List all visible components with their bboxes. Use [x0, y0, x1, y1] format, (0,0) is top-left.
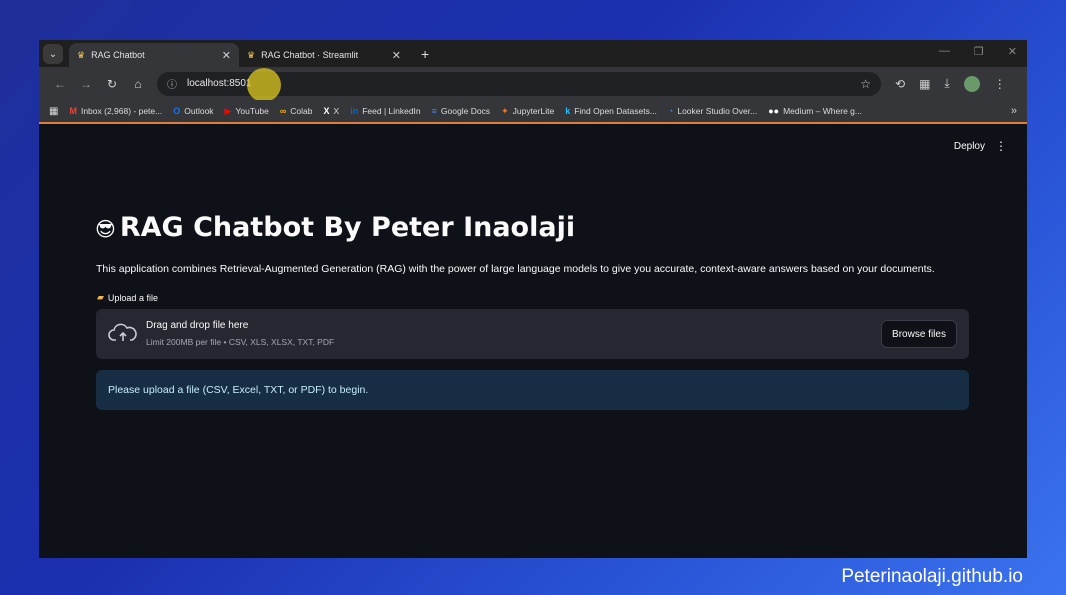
colab-icon: ∞: [279, 106, 287, 116]
reload-icon[interactable]: ↻: [99, 77, 125, 91]
cloud-upload-icon: [108, 323, 137, 341]
tab-strip: ⌄ ♛ RAG Chatbot ✕ ♛ RAG Chatbot · Stream…: [39, 40, 1027, 67]
streamlit-icon: ♛: [77, 49, 86, 60]
info-alert: Please upload a file (CSV, Excel, TXT, o…: [96, 370, 969, 410]
bookmark-label: Inbox (2,968) - pete...: [80, 106, 163, 116]
file-dropzone[interactable]: Drag and drop file here Limit 200MB per …: [96, 309, 969, 359]
bookmark-item[interactable]: ▶ YouTube: [225, 106, 269, 117]
outlook-icon: O: [173, 106, 181, 116]
medium-icon: ●●: [768, 106, 780, 116]
tab-rag-chatbot-streamlit[interactable]: ♛ RAG Chatbot · Streamlit ✕: [239, 43, 409, 67]
bookmark-item[interactable]: ≡ Google Docs: [432, 106, 490, 116]
watermark-text: Peterinaolaji.github.io: [841, 566, 1023, 587]
youtube-icon: ▶: [224, 105, 232, 116]
dropzone-limits: Limit 200MB per file • CSV, XLS, XLSX, T…: [146, 337, 335, 347]
bookmark-label: Feed | LinkedIn: [362, 106, 421, 116]
linkedin-icon: in: [350, 106, 359, 116]
site-info-icon[interactable]: ⓘ: [167, 76, 177, 91]
bookmark-item[interactable]: in Feed | LinkedIn: [350, 106, 420, 116]
history-icon[interactable]: ⟲: [895, 77, 905, 91]
browse-files-button[interactable]: Browse files: [881, 320, 957, 348]
close-icon[interactable]: ✕: [392, 49, 401, 62]
tab-title: RAG Chatbot · Streamlit: [261, 50, 359, 60]
google-docs-icon: ≡: [431, 106, 437, 116]
bookmark-label: X: [333, 106, 340, 116]
minimize-icon[interactable]: —: [939, 45, 950, 58]
bookmark-label: JupyterLite: [512, 106, 555, 116]
folder-icon: ▰: [97, 292, 104, 302]
bookmark-item[interactable]: k Find Open Datasets...: [565, 106, 657, 116]
bookmark-label: Medium – Where g...: [783, 106, 862, 116]
browser-window: ⌄ ♛ RAG Chatbot ✕ ♛ RAG Chatbot · Stream…: [39, 40, 1027, 558]
upload-label-text: Upload a file: [107, 292, 158, 303]
browser-toolbar: ← → ↻ ⌂ ⓘ localhost:8501 ☆ ⟲ ▦ ⤓ ⋮: [39, 67, 1027, 102]
sunglasses-emoji-icon: 😎: [95, 217, 116, 241]
bookmark-label: Colab: [290, 106, 313, 116]
kaggle-icon: k: [565, 106, 571, 116]
tab-rag-chatbot[interactable]: ♛ RAG Chatbot ✕: [69, 43, 239, 67]
forward-icon[interactable]: →: [73, 77, 99, 91]
bookmark-item[interactable]: ✦ JupyterLite: [501, 106, 554, 117]
maximize-icon[interactable]: ❐: [974, 45, 984, 58]
browser-menu-icon[interactable]: ⋮: [994, 77, 1006, 91]
url-text: localhost:8501: [187, 78, 252, 89]
app-description: This application combines Retrieval-Augm…: [96, 263, 935, 275]
bookmark-label: Find Open Datasets...: [574, 106, 657, 116]
apps-grid-icon[interactable]: ▦: [49, 106, 58, 117]
bookmark-label: Google Docs: [440, 106, 491, 116]
bookmark-label: Outlook: [184, 106, 214, 116]
extensions-icon[interactable]: ▦: [919, 77, 930, 91]
bookmark-item[interactable]: ◔ Looker Studio Over...: [668, 106, 757, 116]
page-title: 😎 RAG Chatbot By Peter Inaolaji: [95, 212, 575, 243]
bookmark-item[interactable]: O Outlook: [173, 106, 213, 116]
bookmark-item[interactable]: ∞ Colab: [280, 106, 313, 116]
app-menu-icon[interactable]: ⋮: [995, 139, 1007, 153]
back-icon[interactable]: ←: [47, 77, 73, 91]
bookmark-label: YouTube: [235, 106, 269, 116]
dropzone-instructions: Drag and drop file here: [146, 320, 249, 331]
x-icon: X: [323, 106, 330, 116]
bookmark-star-icon[interactable]: ☆: [860, 77, 871, 91]
streamlit-page: Deploy ⋮ 😎 RAG Chatbot By Peter Inaolaji …: [39, 126, 1027, 558]
bookmark-item[interactable]: XX: [324, 106, 340, 116]
close-icon[interactable]: ✕: [222, 49, 231, 62]
download-icon[interactable]: ⤓: [944, 76, 949, 91]
bookmark-label: Looker Studio Over...: [677, 106, 758, 116]
upload-label: ▰ Upload a file: [97, 292, 158, 303]
bookmark-item[interactable]: M Inbox (2,968) - pete...: [69, 106, 162, 116]
more-bookmarks-icon[interactable]: »: [1011, 105, 1017, 117]
page-title-text: RAG Chatbot By Peter Inaolaji: [119, 212, 576, 243]
window-close-icon[interactable]: ✕: [1008, 45, 1017, 58]
looker-icon: ◔: [667, 106, 674, 116]
jupyter-icon: ✦: [501, 105, 509, 116]
address-bar[interactable]: ⓘ localhost:8501 ☆: [157, 67, 881, 102]
profile-avatar[interactable]: [963, 75, 980, 92]
deploy-button[interactable]: Deploy: [954, 141, 985, 152]
tab-search-icon[interactable]: ⌄: [43, 44, 63, 64]
cursor-highlight: [247, 67, 281, 102]
new-tab-icon[interactable]: +: [421, 46, 429, 62]
bookmarks-bar: ▦ M Inbox (2,968) - pete... O Outlook ▶ YouTu…: [39, 100, 1027, 124]
bookmark-item[interactable]: ●● Medium – Where g...: [768, 106, 862, 116]
home-icon[interactable]: ⌂: [125, 77, 151, 91]
gmail-icon: M: [69, 106, 77, 116]
streamlit-icon: ♛: [247, 49, 256, 60]
tab-title: RAG Chatbot: [91, 50, 145, 60]
